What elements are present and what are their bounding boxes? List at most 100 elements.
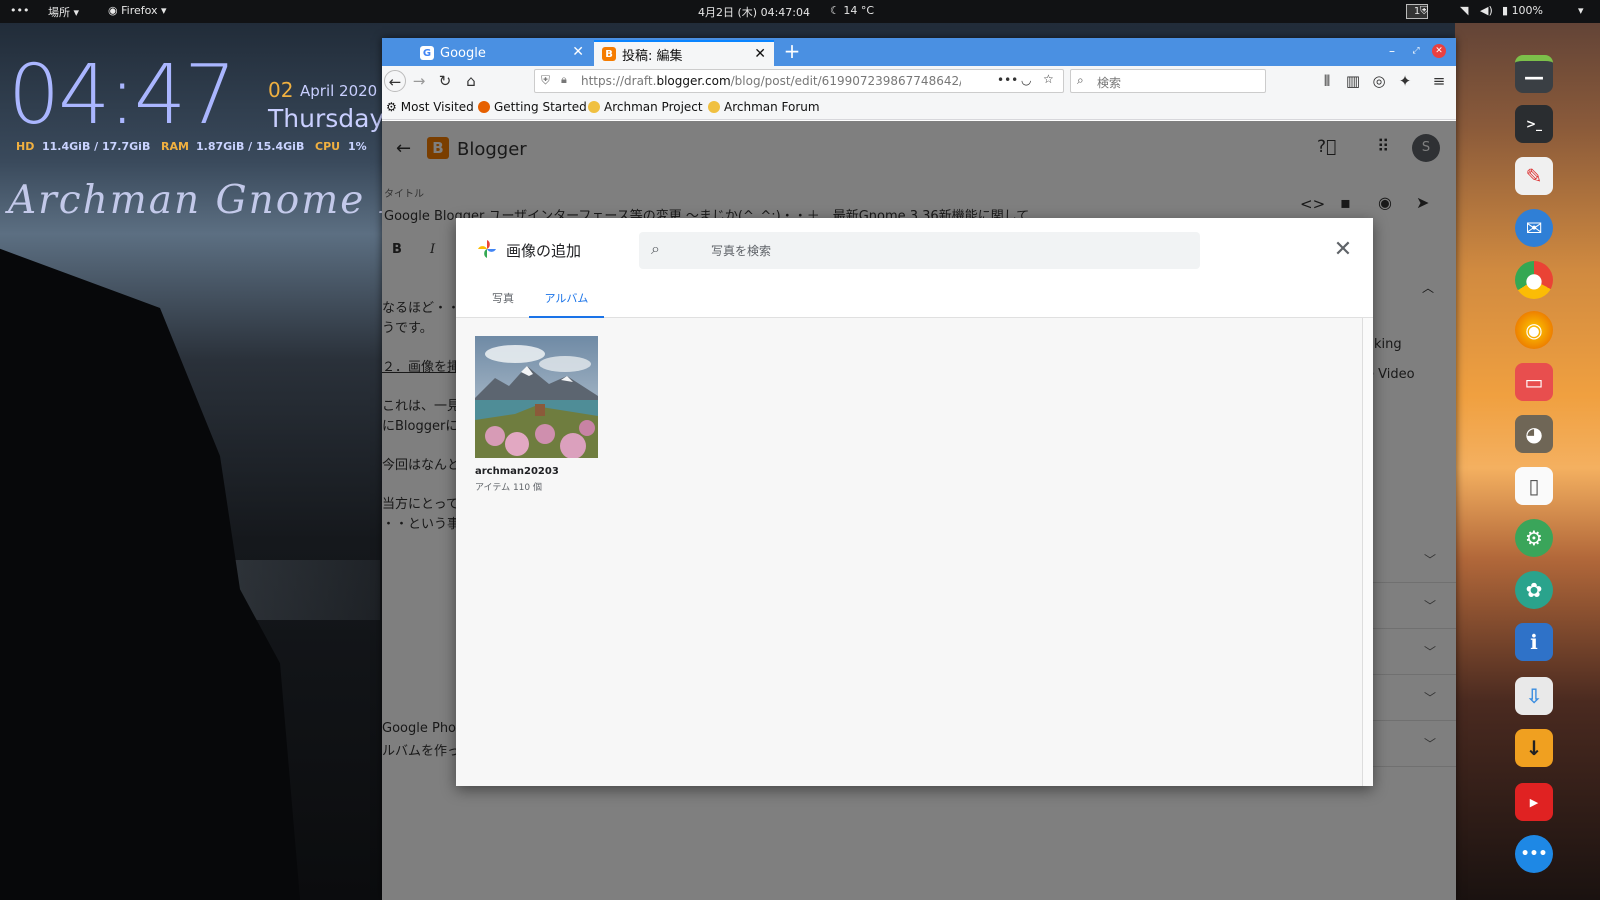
document-icon[interactable]: ▯: [1515, 467, 1553, 505]
text-editor-icon[interactable]: ✎: [1515, 157, 1553, 195]
extension-icon[interactable]: ✦: [1394, 70, 1416, 92]
tracking-shield-icon[interactable]: ⛨: [541, 73, 550, 88]
chrome-icon[interactable]: ●: [1515, 261, 1553, 299]
close-tab-icon[interactable]: ✕: [572, 44, 584, 60]
weather-icon: ☾: [830, 4, 840, 17]
weather-indicator[interactable]: ☾ 14 °C: [830, 4, 874, 17]
add-image-dialog: 画像の追加 ⌕ 写真を検索 ✕ 写真 アルバム archman20203 アイテ…: [456, 218, 1373, 786]
settings-manager-icon[interactable]: ⚙: [1515, 519, 1553, 557]
software-center-icon[interactable]: ⇩: [1515, 677, 1553, 715]
clock-day: 02: [268, 78, 294, 102]
url-domain: blogger.com: [656, 74, 731, 88]
welcome-icon[interactable]: ℹ: [1515, 623, 1553, 661]
battery-percent: 100%: [1511, 4, 1544, 17]
shield-icon[interactable]: ⛨: [1420, 4, 1428, 18]
cpu-label: CPU: [315, 140, 341, 153]
url-bar[interactable]: ⛨ 🔒︎ https://draft.blogger.com/blog/post…: [534, 69, 1064, 93]
new-tab-button[interactable]: +: [780, 40, 804, 64]
google-photos-icon: [478, 240, 496, 258]
terminal-icon[interactable]: >_: [1515, 105, 1553, 143]
ram-label: RAM: [161, 140, 189, 153]
back-button[interactable]: ←: [384, 70, 406, 92]
bookmark-label: Getting Started: [494, 100, 587, 114]
window-close-button[interactable]: ✕: [1432, 44, 1446, 58]
photos-icon[interactable]: ▭: [1515, 363, 1553, 401]
photo-search-input[interactable]: ⌕ 写真を検索: [639, 232, 1200, 269]
sidebar-icon[interactable]: ▥: [1342, 70, 1364, 92]
dialog-title: 画像の追加: [506, 242, 582, 260]
library-icon[interactable]: ⫴: [1316, 70, 1338, 92]
bookmark-label: Most Visited: [400, 100, 474, 114]
search-placeholder: 写真を検索: [711, 244, 772, 258]
tab-strip: G Google ✕ B 投稿: 編集 ✕ + – ⤢ ✕: [382, 38, 1456, 66]
bookmark-archman-project[interactable]: Archman Project: [588, 100, 703, 114]
wifi-icon[interactable]: ◥: [1460, 4, 1468, 17]
close-icon[interactable]: ✕: [1331, 238, 1355, 262]
show-apps-icon[interactable]: •••: [1515, 835, 1553, 873]
app-menu-label: Firefox ▾: [121, 4, 167, 17]
hd-label: HD: [16, 140, 35, 153]
maximize-button[interactable]: ⤢: [1409, 44, 1423, 58]
hd-value: 11.4GiB / 17.7GiB: [42, 140, 151, 153]
dialog-header: 画像の追加 ⌕ 写真を検索 ✕ 写真 アルバム: [456, 218, 1373, 318]
gnome-top-bar: ••• 場所 ▾ ◉ Firefox ▾ 4月2日 (木) 04:47:04 ☾…: [0, 0, 1600, 23]
bookmark-most-visited[interactable]: ⚙ Most Visited: [386, 100, 474, 114]
archman-bookmark-icon: [588, 101, 600, 113]
pocket-icon[interactable]: ◡: [1021, 73, 1031, 87]
album-name: archman20203: [475, 466, 559, 477]
firefox-dock-icon[interactable]: ◉: [1515, 311, 1553, 349]
tab-label: Google: [440, 45, 486, 61]
hamburger-menu-icon[interactable]: ≡: [1428, 70, 1450, 92]
album-thumbnail[interactable]: [475, 336, 598, 458]
bookmark-archman-forum[interactable]: Archman Forum: [708, 100, 820, 114]
download-manager-icon[interactable]: ↓: [1515, 729, 1553, 767]
wallpaper-cliff: [0, 248, 300, 900]
account-icon[interactable]: ◎: [1368, 70, 1390, 92]
gimp-icon[interactable]: ◕: [1515, 415, 1553, 453]
reload-button[interactable]: ↻: [434, 70, 456, 92]
album-card[interactable]: archman20203 アイテム 110 個: [475, 336, 599, 493]
blogger-favicon-icon: B: [602, 47, 616, 61]
volume-icon[interactable]: ◀): [1480, 4, 1493, 17]
tab-label: 投稿: 編集: [622, 48, 683, 64]
bookmark-getting-started[interactable]: Getting Started: [478, 100, 587, 114]
tab-google[interactable]: G Google ✕: [412, 40, 592, 66]
dialog-scrollbar[interactable]: [1362, 318, 1373, 786]
tab-photos[interactable]: 写真: [480, 288, 526, 318]
system-menu-icon[interactable]: ▾: [1578, 4, 1584, 17]
tweaks-icon[interactable]: ✿: [1515, 571, 1553, 609]
minimize-button[interactable]: –: [1385, 44, 1399, 58]
forward-button[interactable]: →: [408, 70, 430, 92]
files-icon[interactable]: —: [1515, 55, 1553, 93]
search-icon: ⌕: [1077, 73, 1084, 87]
firefox-bookmark-icon: [478, 101, 490, 113]
ram-value: 1.87GiB / 15.4GiB: [196, 140, 305, 153]
clock-datetime[interactable]: 4月2日 (木) 04:47:04: [698, 4, 810, 20]
search-placeholder: 検索: [1097, 76, 1122, 90]
search-bar[interactable]: ⌕ 検索: [1070, 69, 1266, 93]
lock-icon[interactable]: 🔒︎: [561, 73, 567, 87]
tab-albums[interactable]: アルバム: [529, 288, 604, 318]
bookmarks-toolbar: ⚙ Most Visited Getting Started Archman Pr…: [382, 96, 1456, 120]
app-menu[interactable]: ◉ Firefox ▾: [108, 4, 167, 17]
conky-widget: 04:47 02 April 2020 Thursday HD 11.4GiB …: [8, 48, 534, 244]
battery-indicator[interactable]: ▮ 100%: [1502, 4, 1543, 17]
desktop-clock: 04:47: [8, 48, 236, 143]
youtube-icon[interactable]: ▶: [1515, 783, 1553, 821]
clock-month: April 2020: [300, 82, 378, 100]
search-icon: ⌕: [651, 239, 660, 258]
mail-icon[interactable]: ✉: [1515, 209, 1553, 247]
home-button[interactable]: ⌂: [460, 70, 482, 92]
nav-toolbar: ← → ↻ ⌂ ⛨ 🔒︎ https://draft.blogger.com/b…: [382, 66, 1456, 96]
album-cover-image: [475, 336, 598, 458]
close-tab-icon[interactable]: ✕: [754, 46, 766, 62]
archman-bookmark-icon: [708, 101, 720, 113]
battery-icon: ▮: [1502, 4, 1509, 17]
bookmark-star-icon[interactable]: ☆: [1043, 72, 1054, 86]
page-actions-icon[interactable]: •••: [997, 73, 1018, 87]
activities-button[interactable]: •••: [10, 4, 29, 17]
tab-blogger-edit[interactable]: B 投稿: 編集 ✕: [594, 40, 774, 66]
firefox-icon: ◉: [108, 4, 118, 17]
places-menu[interactable]: 場所 ▾: [48, 4, 79, 20]
clock-weekday: Thursday: [268, 104, 385, 133]
